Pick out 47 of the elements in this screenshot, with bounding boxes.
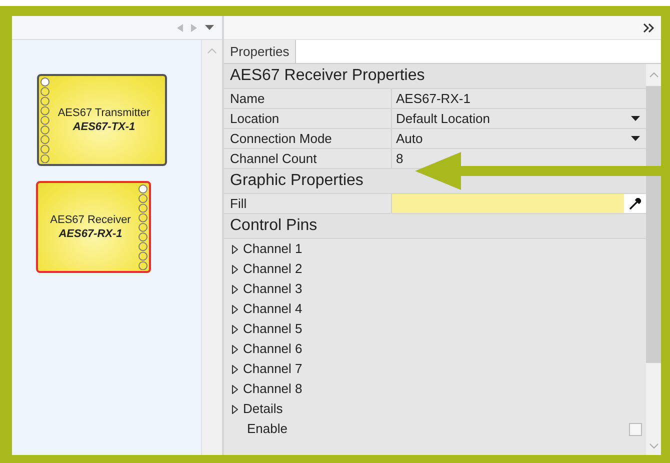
- collapsed-triangle-icon[interactable]: [232, 404, 238, 414]
- dropdown-icon[interactable]: [631, 136, 640, 141]
- tree-item[interactable]: Channel 6: [243, 339, 302, 359]
- tree-item[interactable]: Channel 2: [243, 259, 302, 279]
- device-block[interactable]: AES67 Transmitter AES67-TX-1: [37, 74, 167, 166]
- dropdown-field[interactable]: Default Location: [392, 109, 646, 128]
- block-name: AES67-TX-1: [72, 120, 136, 134]
- property-value[interactable]: 8: [396, 149, 404, 168]
- collapse-panel-icon[interactable]: [643, 22, 655, 32]
- tree-item[interactable]: Channel 8: [243, 379, 302, 399]
- eyedropper-icon[interactable]: [629, 198, 641, 210]
- collapsed-triangle-icon[interactable]: [232, 384, 238, 394]
- section-header[interactable]: AES67 Receiver Properties: [224, 64, 646, 89]
- scrollbar-thumb[interactable]: [646, 86, 661, 363]
- collapsed-triangle-icon[interactable]: [232, 324, 238, 334]
- section-header[interactable]: Control Pins: [224, 214, 646, 239]
- collapsed-triangle-icon[interactable]: [232, 304, 238, 314]
- dropdown-field[interactable]: Auto: [392, 129, 646, 148]
- property-label: Name: [224, 89, 392, 108]
- collapsed-triangle-icon[interactable]: [232, 344, 238, 354]
- tree-item[interactable]: Channel 3: [243, 279, 302, 299]
- tree-item[interactable]: Channel 4: [243, 299, 302, 319]
- collapsed-triangle-icon[interactable]: [232, 244, 238, 254]
- block-name: AES67-RX-1: [58, 227, 122, 241]
- block-title: AES67 Receiver: [50, 213, 131, 227]
- collapsed-triangle-icon[interactable]: [232, 284, 238, 294]
- collapsed-triangle-icon[interactable]: [232, 364, 238, 374]
- block-title: AES67 Transmitter: [58, 106, 150, 120]
- dropdown-icon[interactable]: [631, 116, 640, 121]
- device-block[interactable]: AES67 Receiver AES67-RX-1: [36, 181, 151, 273]
- tree-item[interactable]: Channel 1: [243, 239, 302, 259]
- property-label: Connection Mode: [224, 129, 392, 148]
- tree-item[interactable]: Channel 5: [243, 319, 302, 339]
- collapsed-triangle-icon[interactable]: [232, 264, 238, 274]
- property-value: Default Location: [396, 110, 490, 128]
- property-value: Auto: [396, 130, 423, 148]
- tree-item[interactable]: Channel 7: [243, 359, 302, 379]
- property-label: Channel Count: [224, 149, 392, 168]
- property-label: Enable: [247, 420, 288, 438]
- pin-icon: [40, 77, 50, 163]
- pin-icon: [138, 184, 148, 270]
- property-value[interactable]: AES67-RX-1: [396, 89, 470, 108]
- color-field[interactable]: [392, 194, 624, 213]
- checkbox[interactable]: [629, 422, 642, 436]
- properties-tab[interactable]: Properties: [224, 40, 296, 63]
- property-label: Location: [224, 109, 392, 128]
- tree-item[interactable]: Details: [243, 399, 283, 419]
